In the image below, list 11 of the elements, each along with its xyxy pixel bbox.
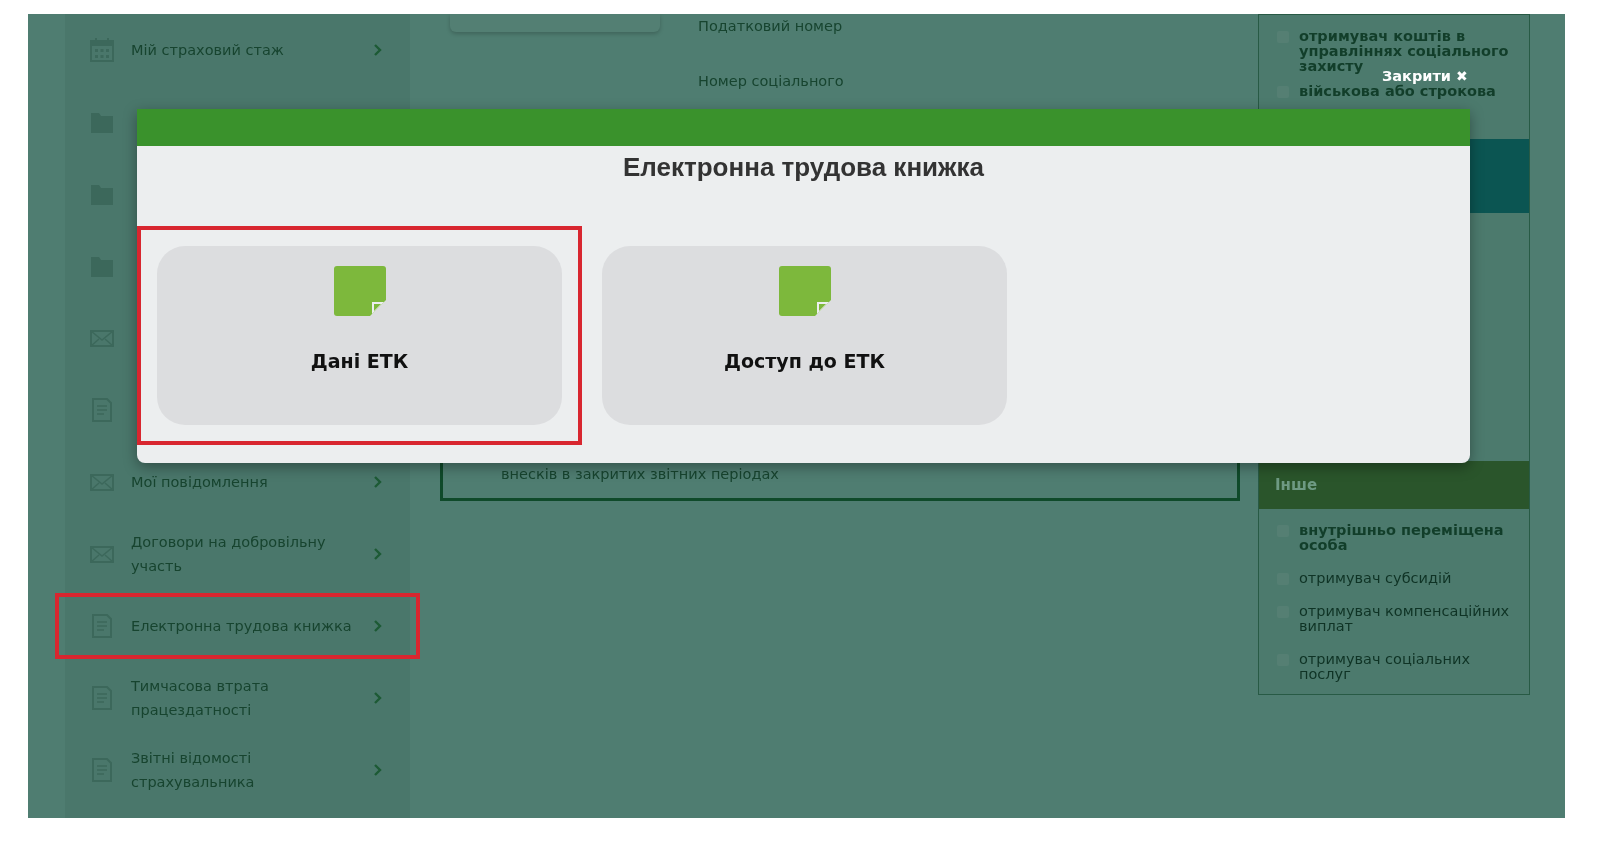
close-icon: ✖: [1456, 68, 1468, 84]
checkbox-label: внутрішньо переміщена особа: [1299, 523, 1505, 553]
panel-text: внесків в закритих звітних періодах: [501, 466, 779, 482]
field-label: Податковий номер: [698, 17, 844, 36]
checkbox-label: військова або строкова: [1299, 84, 1496, 99]
section-title: Інше: [1275, 476, 1318, 494]
checkbox-label: отримувач соціальних послуг: [1299, 652, 1471, 682]
modal-title: Електронна трудова книжка: [622, 151, 985, 184]
checkbox-label: отримувач субсидій: [1299, 571, 1452, 586]
field-label: Номер соціального: [698, 72, 844, 91]
checkbox-label: отримувач компенсаційних виплат: [1299, 604, 1511, 634]
